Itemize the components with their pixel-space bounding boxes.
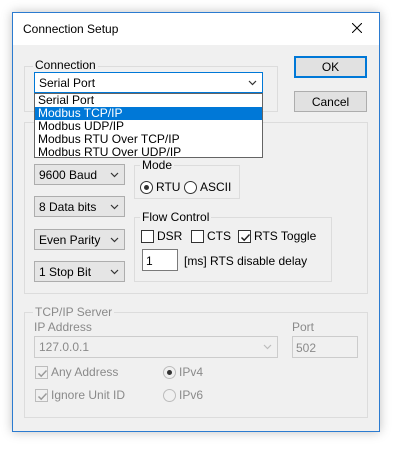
connection-group-label: Connection — [33, 58, 98, 72]
chevron-down-icon — [248, 80, 257, 86]
any-address-checkbox[interactable]: Any Address — [35, 365, 118, 379]
title-bar: Connection Setup — [13, 13, 379, 45]
ignore-unit-id-checkbox[interactable]: Ignore Unit ID — [35, 388, 125, 402]
ok-button[interactable]: OK — [294, 56, 367, 78]
checkbox-checked-icon — [35, 388, 48, 402]
port-input[interactable]: 502 — [292, 336, 358, 358]
radio-unchecked-icon — [184, 180, 197, 194]
any-address-label: Any Address — [51, 365, 119, 379]
checkbox-unchecked-icon — [191, 229, 204, 243]
ip-address-label: IP Address — [34, 320, 92, 334]
chevron-down-icon — [110, 172, 119, 178]
ignore-unit-id-label: Ignore Unit ID — [51, 388, 126, 402]
ipv6-label: IPv6 — [179, 388, 204, 402]
stop-bits-select[interactable]: 1 Stop Bit — [34, 261, 125, 282]
cancel-button[interactable]: Cancel — [294, 91, 367, 112]
rts-delay-value: 1 — [146, 254, 153, 268]
baud-rate-value: 9600 Baud — [39, 168, 98, 182]
connection-select[interactable]: Serial Port — [34, 72, 263, 93]
window-title: Connection Setup — [23, 22, 119, 36]
radio-checked-icon — [163, 365, 176, 379]
dsr-checkbox[interactable]: DSR — [141, 229, 182, 243]
ip-address-value: 127.0.0.1 — [39, 340, 90, 354]
connection-dropdown-list: Serial Port Modbus TCP/IP Modbus UDP/IP … — [34, 93, 263, 159]
cts-checkbox[interactable]: CTS — [191, 229, 231, 243]
radio-unchecked-icon — [163, 388, 176, 402]
ip-address-select[interactable]: 127.0.0.1 — [34, 336, 278, 358]
data-bits-select[interactable]: 8 Data bits — [34, 196, 125, 217]
port-value: 502 — [296, 341, 317, 355]
checkbox-checked-icon — [238, 229, 251, 243]
cts-label: CTS — [207, 229, 231, 243]
dsr-label: DSR — [157, 229, 183, 243]
checkbox-unchecked-icon — [141, 229, 154, 243]
mode-rtu-label: RTU — [156, 180, 181, 194]
checkbox-checked-icon — [35, 365, 48, 379]
mode-group-label: Mode — [140, 158, 175, 172]
chevron-down-icon — [110, 237, 119, 243]
stop-bits-value: 1 Stop Bit — [39, 265, 92, 279]
port-label: Port — [292, 320, 315, 334]
mode-rtu-radio[interactable]: RTU — [140, 180, 180, 194]
close-button[interactable] — [335, 13, 379, 44]
ipv4-label: IPv4 — [179, 365, 204, 379]
data-bits-value: 8 Data bits — [39, 200, 97, 214]
radio-checked-icon — [140, 180, 153, 194]
mode-ascii-label: ASCII — [200, 180, 232, 194]
chevron-down-icon — [110, 204, 119, 210]
chevron-down-icon — [263, 344, 272, 350]
ipv4-radio[interactable]: IPv4 — [163, 365, 203, 379]
parity-value: Even Parity — [39, 233, 101, 247]
baud-rate-select[interactable]: 9600 Baud — [34, 164, 125, 185]
flow-control-group-label: Flow Control — [140, 210, 212, 224]
mode-ascii-radio[interactable]: ASCII — [184, 180, 231, 194]
rts-delay-label: [ms] RTS disable delay — [184, 254, 308, 268]
rts-toggle-label: RTS Toggle — [254, 229, 317, 243]
connection-option-modbus-rtu-over-udp-ip[interactable]: Modbus RTU Over UDP/IP — [35, 146, 262, 159]
ipv6-radio[interactable]: IPv6 — [163, 388, 203, 402]
rts-toggle-checkbox[interactable]: RTS Toggle — [238, 229, 316, 243]
connection-select-value: Serial Port — [39, 76, 96, 90]
parity-select[interactable]: Even Parity — [34, 229, 125, 250]
chevron-down-icon — [110, 269, 119, 275]
rts-delay-input[interactable]: 1 — [142, 249, 178, 271]
close-icon — [352, 23, 362, 33]
tcpip-server-group-label: TCP/IP Server — [33, 305, 115, 319]
